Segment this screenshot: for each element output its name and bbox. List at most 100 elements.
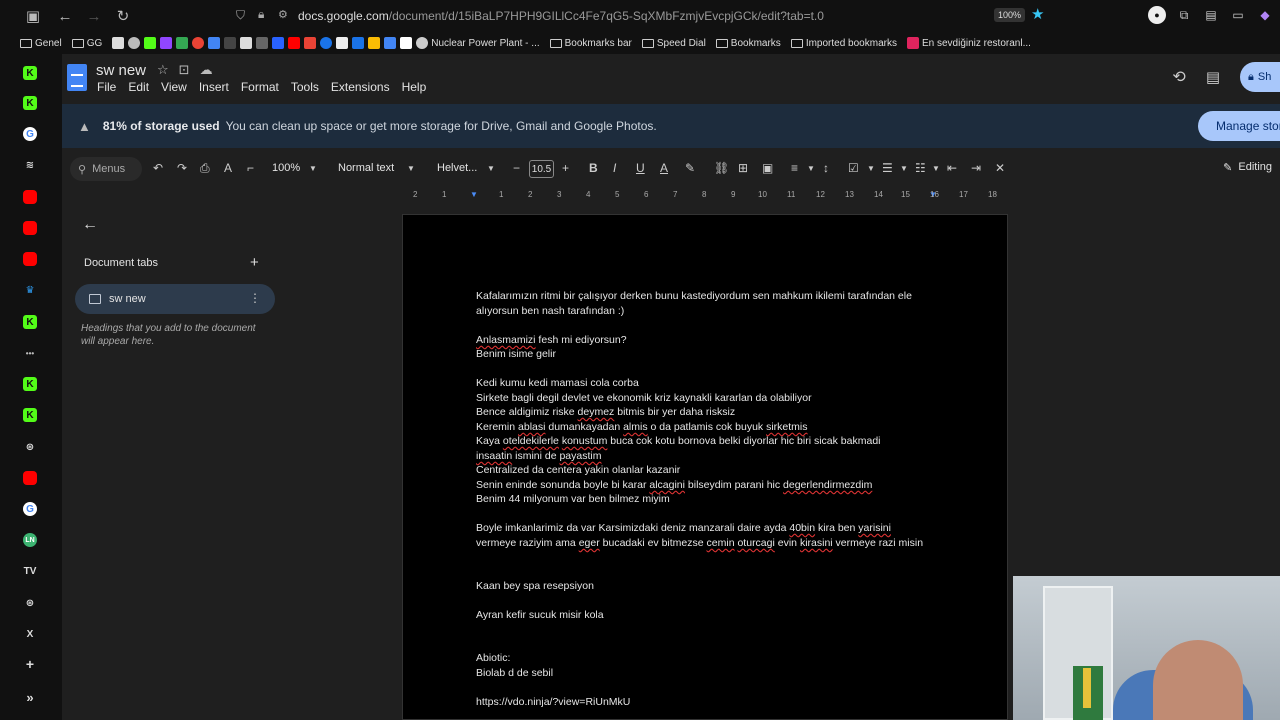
image-icon[interactable]: ▣ — [762, 161, 773, 175]
decrease-indent-icon[interactable]: ⇤ — [947, 161, 957, 175]
kick-icon[interactable]: K — [23, 408, 37, 422]
back-arrow-icon[interactable]: ← — [82, 216, 98, 234]
site-icon[interactable] — [336, 37, 349, 49]
document-line[interactable]: Keremin ablasi dumankayadan almis o da p… — [476, 421, 808, 433]
chevron-down-icon[interactable]: ▼ — [932, 164, 940, 173]
ruler[interactable]: 2 1 ▼ 1 2 3 4 5 6 7 8 9 10 11 12 13 14 1… — [410, 188, 1010, 202]
increase-indent-icon[interactable]: ⇥ — [971, 161, 981, 175]
line-spacing-icon[interactable]: ↕ — [823, 161, 829, 175]
kick-icon[interactable]: K — [23, 96, 37, 110]
manage-storage-button[interactable]: Manage stor — [1198, 111, 1280, 141]
chatgpt-icon[interactable]: ⊛ — [23, 596, 37, 610]
youtube-icon[interactable] — [23, 252, 37, 266]
document-line[interactable]: Ayran kefir sucuk misir kola — [476, 609, 604, 621]
layers-icon[interactable] — [112, 37, 125, 49]
bookmark-nuclear[interactable]: Nuclear Power Plant - ... — [416, 37, 540, 49]
chatgpt-icon[interactable]: ⊛ — [23, 440, 37, 454]
star-icon[interactable]: ☆ — [157, 62, 169, 78]
document-line[interactable]: insaatin ismini de payastim — [476, 450, 601, 462]
underline-icon[interactable]: U — [636, 161, 645, 175]
kick-muted-icon[interactable]: K — [23, 315, 37, 329]
youtube-icon[interactable] — [23, 221, 37, 235]
zoom-select[interactable]: 100% — [272, 162, 300, 174]
document-line[interactable]: Anlasmamizi fesh mi ediyorsun? — [476, 334, 627, 346]
chevron-down-icon[interactable]: ▼ — [867, 164, 875, 173]
crown-icon[interactable]: ♛ — [23, 283, 37, 297]
site-icon[interactable]: LN — [23, 533, 37, 547]
document-line[interactable]: alıyorsun ben nash tarafından :) — [476, 305, 624, 317]
redo-icon[interactable]: ↷ — [177, 161, 187, 175]
bookmark-speed-dial[interactable]: Speed Dial — [641, 38, 706, 49]
site-icon[interactable] — [320, 37, 333, 49]
menu-extensions[interactable]: Extensions — [331, 80, 390, 94]
document-line[interactable]: Benim 44 milyonum var ben bilmez miyim — [476, 493, 670, 505]
kick-icon[interactable] — [144, 37, 157, 49]
editing-mode-select[interactable]: ✎ Editing — [1223, 161, 1272, 174]
text-color-icon[interactable]: A — [660, 161, 668, 175]
bold-icon[interactable]: B — [589, 161, 598, 175]
ai-assistant-icon[interactable]: ◆ — [1256, 6, 1274, 24]
italic-icon[interactable]: I — [613, 161, 616, 175]
tradingview-icon[interactable] — [240, 37, 253, 49]
google-icon[interactable]: G — [23, 127, 37, 141]
print-icon[interactable]: ⎙ — [200, 161, 210, 176]
comments-icon[interactable]: ▤ — [1206, 68, 1220, 86]
x-icon[interactable] — [224, 37, 237, 49]
site-icon[interactable] — [352, 37, 365, 49]
expand-icon[interactable]: » — [23, 690, 37, 705]
menu-edit[interactable]: Edit — [128, 80, 149, 94]
menus-search[interactable]: ⚲ Menus — [70, 157, 142, 181]
document-line[interactable]: Kedi kumu kedi mamasi cola corba — [476, 377, 639, 389]
kick-icon[interactable]: K — [23, 66, 37, 80]
document-line[interactable]: Boyle imkanlarimiz da var Karsimizdaki d… — [476, 522, 891, 534]
x-icon[interactable]: X — [23, 627, 37, 641]
zoom-indicator[interactable]: 100% — [994, 8, 1026, 22]
bookmark-bookmarks-bar[interactable]: Bookmarks bar — [549, 38, 632, 49]
chevron-down-icon[interactable]: ▼ — [407, 164, 415, 173]
wifi-icon[interactable] — [256, 37, 269, 49]
url-text[interactable]: docs.google.com/document/d/15iBaLP7HPH9G… — [298, 9, 824, 23]
style-select[interactable]: Normal text — [338, 162, 394, 174]
bookmark-star-icon[interactable]: ★ — [1031, 5, 1044, 23]
shield-icon[interactable]: ⛉ — [236, 8, 245, 23]
chevron-down-icon[interactable]: ▼ — [487, 164, 495, 173]
youtube-icon[interactable] — [23, 471, 37, 485]
indent-marker-icon[interactable]: ▼ — [470, 190, 478, 199]
layers-icon[interactable]: ≋ — [23, 158, 37, 172]
site-settings-icon[interactable]: ⚙ — [278, 8, 288, 21]
bookmark-imported[interactable]: Imported bookmarks — [790, 38, 897, 49]
youtube-icon[interactable] — [288, 37, 301, 49]
document-line[interactable]: Benim isime gelir — [476, 348, 556, 360]
document-page[interactable]: Kafalarımızın ritmi bir çalışıyor derken… — [402, 214, 1008, 720]
document-line[interactable]: Kafalarımızın ritmi bir çalışıyor derken… — [476, 290, 912, 302]
font-select[interactable]: Helvet... — [437, 162, 477, 174]
menu-help[interactable]: Help — [402, 80, 427, 94]
document-line[interactable]: Sirkete bagli degil devlet ve ekonomik k… — [476, 392, 812, 404]
document-line[interactable]: Abiotic: — [476, 652, 510, 664]
extensions-icon[interactable]: ⧉ — [1175, 6, 1193, 24]
kick-icon[interactable]: K — [23, 377, 37, 391]
bookmark-restaurants[interactable]: En sevdiğiniz restoranl... — [906, 37, 1031, 49]
link-icon[interactable]: ⛓ — [714, 161, 729, 175]
document-line[interactable]: Kaan bey spa resepsiyon — [476, 580, 594, 592]
document-line[interactable]: Kaya oteldekilerle konustum buca cok kot… — [476, 435, 881, 447]
document-title[interactable]: sw new — [96, 62, 146, 79]
tradingview-icon[interactable]: TV — [23, 564, 37, 578]
forward-icon[interactable]: → — [81, 3, 107, 29]
clear-formatting-icon[interactable]: ✕ — [995, 161, 1005, 175]
twitch-icon[interactable] — [160, 37, 173, 49]
increase-font-icon[interactable]: + — [562, 161, 569, 175]
address-bar[interactable]: ⛉ 🔒︎ ⚙ docs.google.com/document/d/15iBaL… — [232, 4, 1056, 28]
document-line[interactable]: Biolab d de sebil — [476, 667, 553, 679]
document-line[interactable]: vermeye raziyim ama eger bucadaki ev bit… — [476, 537, 923, 549]
bullet-list-icon[interactable]: ☰ — [882, 161, 893, 175]
chrome-icon[interactable] — [192, 37, 205, 49]
chevron-down-icon[interactable]: ▼ — [807, 164, 815, 173]
document-line[interactable]: Senin eninde sonunda boyle bi karar alca… — [476, 479, 872, 491]
chevron-down-icon[interactable]: ▼ — [309, 164, 317, 173]
move-folder-icon[interactable]: ⊡ — [179, 62, 190, 78]
font-size-input[interactable]: 10.5 — [529, 160, 554, 178]
menu-insert[interactable]: Insert — [199, 80, 229, 94]
decrease-font-icon[interactable]: − — [513, 161, 520, 175]
checklist-icon[interactable]: ☑ — [848, 161, 859, 175]
